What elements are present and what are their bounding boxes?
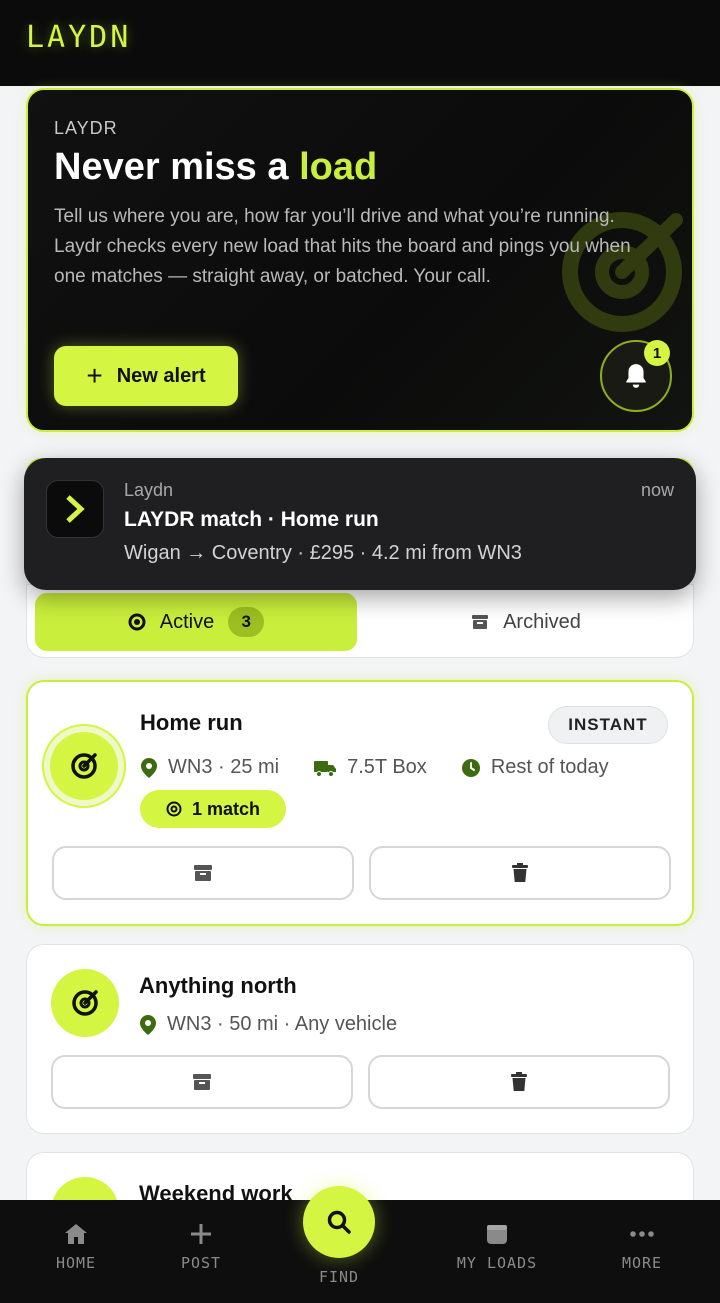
alert-location: WN3 · 50 mi · Any vehicle [167, 1013, 398, 1035]
target-icon [71, 753, 97, 779]
alert-mode-badge: INSTANT [548, 706, 668, 744]
nav-more[interactable]: MORE [582, 1222, 702, 1272]
hero-description: Tell us where you are, how far you’ll dr… [54, 206, 631, 287]
archive-button[interactable] [51, 1055, 353, 1109]
bottom-navigation: HOME POST FIND MY LOADS MORE [0, 1186, 720, 1303]
tab-archived[interactable]: Archived [365, 593, 687, 651]
app-header: LAYDN [0, 0, 720, 86]
alert-card[interactable]: Home run INSTANT WN3 · 25 mi 7.5T Box Re… [26, 680, 694, 926]
hero-eyebrow: LAYDR [54, 118, 118, 138]
plus-icon [191, 1224, 211, 1244]
nav-my-loads-label: MY LOADS [456, 1254, 538, 1272]
hero-card: LAYDR Never miss a load Tell us where yo… [26, 88, 694, 432]
app-icon [46, 480, 104, 538]
archive-button[interactable] [52, 846, 354, 900]
nav-find-label[interactable]: FIND [279, 1268, 399, 1286]
location-pin-icon [141, 757, 157, 778]
nav-more-label: MORE [621, 1254, 663, 1272]
nav-post-label: POST [180, 1254, 222, 1272]
archive-icon [472, 615, 489, 629]
alert-vehicle: 7.5T Box [347, 756, 427, 778]
nav-find[interactable] [303, 1186, 375, 1258]
archive-icon [194, 865, 212, 881]
notification-body: Wigan → Coventry · £295 · 4.2 mi from WN… [124, 542, 522, 564]
hero-title: Never miss a load [54, 146, 377, 189]
alert-card[interactable]: Anything north WN3 · 50 mi · Any vehicle [26, 944, 694, 1134]
chevron-right-icon [66, 495, 85, 523]
alert-avatar [51, 969, 119, 1037]
new-alert-label: New alert [116, 364, 206, 387]
home-icon [65, 1224, 87, 1244]
alert-location: WN3 · 25 mi [168, 756, 280, 778]
hero-title-prefix: Never miss a [54, 146, 300, 188]
alert-name: Anything north [139, 973, 297, 998]
nav-home-label: HOME [55, 1254, 97, 1272]
tab-active-label: Active [159, 610, 215, 633]
alert-timing: Rest of today [490, 756, 609, 778]
notification-time: now [640, 480, 674, 500]
nav-my-loads[interactable]: MY LOADS [437, 1222, 557, 1272]
target-icon [166, 801, 182, 817]
truck-icon [314, 760, 337, 777]
match-count-badge[interactable]: 1 match [140, 790, 286, 828]
alert-tabs: Active 3 Archived [26, 584, 694, 658]
target-icon [72, 990, 98, 1016]
delete-button[interactable] [368, 1055, 670, 1109]
tab-archived-label: Archived [503, 610, 581, 633]
box-icon [487, 1225, 507, 1244]
tab-active[interactable]: Active 3 [35, 593, 357, 651]
archive-icon [193, 1074, 211, 1090]
more-dots-icon [630, 1231, 654, 1237]
nav-home[interactable]: HOME [16, 1222, 136, 1272]
radio-dot-icon [128, 613, 146, 631]
notification-app-name: Laydn [124, 480, 174, 500]
delete-button[interactable] [369, 846, 671, 900]
trash-icon [511, 1072, 527, 1091]
match-notification[interactable]: Laydn now LAYDR match · Home run Wigan →… [24, 458, 696, 590]
new-alert-button[interactable]: + New alert [54, 346, 238, 406]
alert-meta: WN3 · 50 mi · Any vehicle [139, 1013, 397, 1036]
notification-count-badge: 1 [644, 340, 670, 366]
trash-icon [512, 863, 528, 882]
match-count-label: 1 match [191, 798, 261, 819]
alert-meta: WN3 · 25 mi 7.5T Box Rest of today [140, 756, 609, 779]
hero-title-highlight: load [299, 146, 378, 188]
active-count-badge: 3 [228, 607, 265, 637]
alert-avatar [50, 732, 118, 800]
search-icon [327, 1210, 351, 1234]
alert-name: Home run [140, 710, 243, 735]
clock-icon [461, 758, 480, 777]
notification-title: LAYDR match · Home run [124, 508, 379, 531]
plus-icon: + [86, 360, 103, 391]
nav-post[interactable]: POST [141, 1222, 261, 1272]
bell-icon [626, 364, 646, 388]
location-pin-icon [140, 1014, 156, 1035]
app-logo[interactable]: LAYDN [26, 20, 131, 55]
